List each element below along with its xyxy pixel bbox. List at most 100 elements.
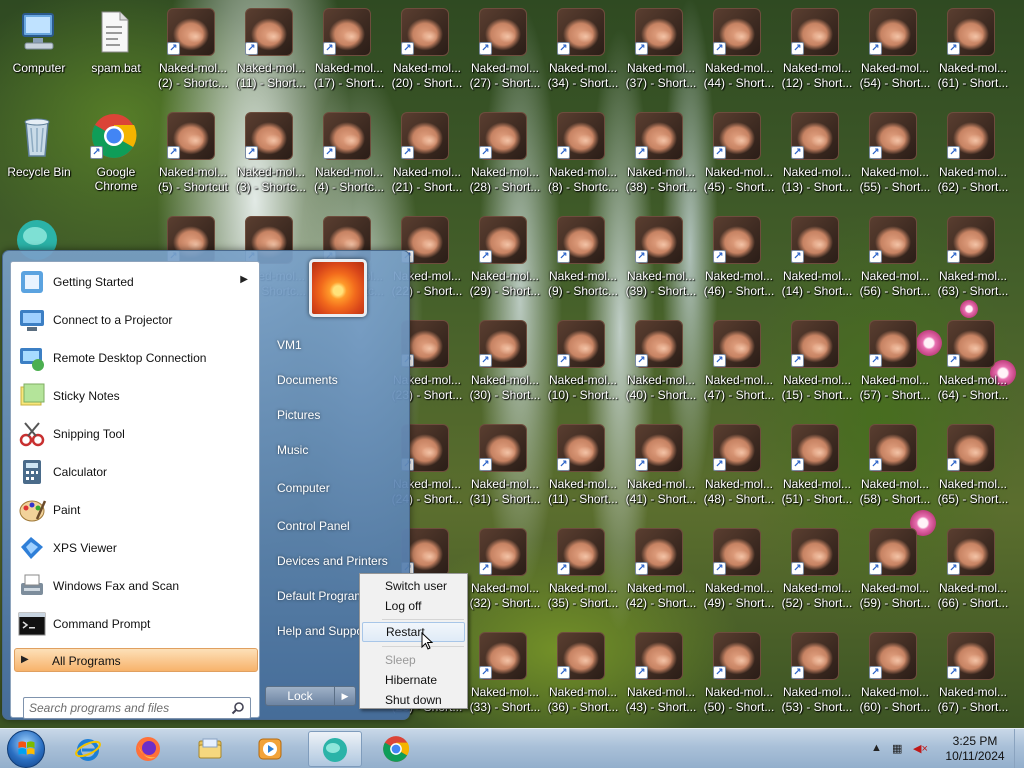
desktop-shortcut[interactable]: ↗ Naked-mol... (65) - Short... xyxy=(935,420,1011,520)
desktop-shortcut[interactable]: ↗ Naked-mol... (41) - Short... xyxy=(623,420,699,520)
desktop-shortcut[interactable]: ↗ Naked-mol... (61) - Short... xyxy=(935,4,1011,104)
start-place-control-panel[interactable]: Control Panel xyxy=(277,519,350,533)
desktop-shortcut[interactable]: ↗ Naked-mol... (45) - Short... xyxy=(701,108,777,208)
desktop-shortcut[interactable]: ↗ Naked-mol... (51) - Short... xyxy=(779,420,855,520)
desktop-shortcut[interactable]: ↗ Naked-mol... (49) - Short... xyxy=(701,524,777,624)
desktop-shortcut[interactable]: ↗ Naked-mol... (37) - Short... xyxy=(623,4,699,104)
desktop-shortcut[interactable]: ↗ Naked-mol... (47) - Short... xyxy=(701,316,777,416)
desktop-icon-recycle-bin[interactable]: Recycle Bin xyxy=(1,108,77,208)
taskbar-internet-explorer[interactable] xyxy=(62,731,116,767)
desktop-shortcut[interactable]: ↗ Naked-mol... (9) - Shortc... xyxy=(545,212,621,312)
user-avatar[interactable] xyxy=(309,259,367,317)
taskbar-firefox[interactable] xyxy=(122,731,176,767)
desktop-icon-google-chrome[interactable]: ↗ Google Chrome xyxy=(78,108,154,208)
desktop-shortcut[interactable]: ↗ Naked-mol... (67) - Short... xyxy=(935,628,1011,728)
desktop-icon-computer[interactable]: Computer xyxy=(1,4,77,104)
desktop-icon-spam-bat[interactable]: spam.bat xyxy=(78,4,154,104)
search-input[interactable] xyxy=(29,700,224,716)
system-clock[interactable]: 3:25 PM 10/11/2024 xyxy=(936,734,1014,764)
desktop-shortcut[interactable]: ↗ Naked-mol... (62) - Short... xyxy=(935,108,1011,208)
desktop-shortcut[interactable]: ↗ Naked-mol... (35) - Short... xyxy=(545,524,621,624)
show-hidden-icons-icon[interactable]: ▲ xyxy=(871,742,882,754)
start-place-default-programs[interactable]: Default Programs xyxy=(277,589,370,603)
program-item-paint[interactable]: Paint xyxy=(14,492,258,528)
menu-item-log-off[interactable]: Log off xyxy=(362,596,465,616)
desktop-shortcut[interactable]: ↗ Naked-mol... (10) - Short... xyxy=(545,316,621,416)
desktop-shortcut[interactable]: ↗ Naked-mol... (33) - Short... xyxy=(467,628,543,728)
desktop-shortcut[interactable]: ↗ Naked-mol... (39) - Short... xyxy=(623,212,699,312)
desktop-shortcut[interactable]: ↗ Naked-mol... (15) - Short... xyxy=(779,316,855,416)
desktop-shortcut[interactable]: ↗ Naked-mol... (46) - Short... xyxy=(701,212,777,312)
desktop-shortcut[interactable]: ↗ Naked-mol... (52) - Short... xyxy=(779,524,855,624)
desktop-shortcut[interactable]: ↗ Naked-mol... (59) - Short... xyxy=(857,524,933,624)
desktop-shortcut[interactable]: ↗ Naked-mol... (43) - Short... xyxy=(623,628,699,728)
desktop-shortcut[interactable]: ↗ Naked-mol... (17) - Short... xyxy=(311,4,387,104)
desktop-shortcut[interactable]: ↗ Naked-mol... (44) - Short... xyxy=(701,4,777,104)
power-options-arrow-button[interactable]: ▶ xyxy=(334,686,356,706)
desktop-shortcut[interactable]: ↗ Naked-mol... (63) - Short... xyxy=(935,212,1011,312)
taskbar-media-player[interactable] xyxy=(244,731,298,767)
desktop-shortcut[interactable]: ↗ Naked-mol... (40) - Short... xyxy=(623,316,699,416)
desktop-shortcut[interactable]: ↗ Naked-mol... (30) - Short... xyxy=(467,316,543,416)
menu-item-restart[interactable]: Restart xyxy=(362,622,465,642)
start-place-vm1[interactable]: VM1 xyxy=(277,338,302,352)
program-item-projector[interactable]: Connect to a Projector xyxy=(14,302,258,338)
desktop-shortcut[interactable]: ↗ Naked-mol... (8) - Shortc... xyxy=(545,108,621,208)
desktop-shortcut[interactable]: ↗ Naked-mol... (4) - Shortc... xyxy=(311,108,387,208)
desktop-shortcut[interactable]: ↗ Naked-mol... (58) - Short... xyxy=(857,420,933,520)
start-place-music[interactable]: Music xyxy=(277,443,308,457)
network-icon[interactable]: ▦ xyxy=(892,742,902,755)
start-place-documents[interactable]: Documents xyxy=(277,373,338,387)
desktop-shortcut[interactable]: ↗ Naked-mol... (28) - Short... xyxy=(467,108,543,208)
desktop-shortcut[interactable]: ↗ Naked-mol... (20) - Short... xyxy=(389,4,465,104)
desktop-shortcut[interactable]: ↗ Naked-mol... (36) - Short... xyxy=(545,628,621,728)
desktop-shortcut[interactable]: ↗ Naked-mol... (34) - Short... xyxy=(545,4,621,104)
desktop-shortcut[interactable]: ↗ Naked-mol... (55) - Short... xyxy=(857,108,933,208)
desktop-shortcut[interactable]: ↗ Naked-mol... (42) - Short... xyxy=(623,524,699,624)
program-item-xps-viewer[interactable]: XPS Viewer xyxy=(14,530,258,566)
desktop-shortcut[interactable]: ↗ Naked-mol... (21) - Short... xyxy=(389,108,465,208)
menu-item-hibernate[interactable]: Hibernate xyxy=(362,670,465,690)
search-box[interactable] xyxy=(23,697,251,719)
desktop-shortcut[interactable]: ↗ Naked-mol... (31) - Short... xyxy=(467,420,543,520)
menu-item-switch-user[interactable]: Switch user xyxy=(362,576,465,596)
desktop-shortcut[interactable]: ↗ Naked-mol... (66) - Short... xyxy=(935,524,1011,624)
program-item-snipping-tool[interactable]: Snipping Tool xyxy=(14,416,258,452)
desktop-shortcut[interactable]: ↗ Naked-mol... (32) - Short... xyxy=(467,524,543,624)
program-item-sticky-notes[interactable]: Sticky Notes xyxy=(14,378,258,414)
start-place-pictures[interactable]: Pictures xyxy=(277,408,320,422)
program-item-calculator[interactable]: Calculator xyxy=(14,454,258,490)
desktop-shortcut[interactable]: ↗ Naked-mol... (56) - Short... xyxy=(857,212,933,312)
start-place-help-and-support[interactable]: Help and Support xyxy=(277,624,370,638)
desktop-shortcut[interactable]: ↗ Naked-mol... (64) - Short... xyxy=(935,316,1011,416)
desktop-shortcut[interactable]: ↗ Naked-mol... (27) - Short... xyxy=(467,4,543,104)
program-item-command-prompt[interactable]: Command Prompt xyxy=(14,606,258,642)
taskbar-chrome[interactable] xyxy=(370,731,424,767)
desktop-shortcut[interactable]: ↗ Naked-mol... (2) - Shortc... xyxy=(155,4,231,104)
start-place-devices-and-printers[interactable]: Devices and Printers xyxy=(277,554,388,568)
desktop-shortcut[interactable]: ↗ Naked-mol... (5) - Shortcut xyxy=(155,108,231,208)
desktop-shortcut[interactable]: ↗ Naked-mol... (29) - Short... xyxy=(467,212,543,312)
program-item-getting-started[interactable]: Getting Started ▶ xyxy=(14,264,258,300)
desktop-shortcut[interactable]: ↗ Naked-mol... (11) - Short... xyxy=(233,4,309,104)
program-item-fax-scan[interactable]: Windows Fax and Scan xyxy=(14,568,258,604)
desktop-shortcut[interactable]: ↗ Naked-mol... (3) - Shortc... xyxy=(233,108,309,208)
lock-button[interactable]: Lock xyxy=(265,686,335,706)
start-place-computer[interactable]: Computer xyxy=(277,481,330,495)
program-item-remote-desktop[interactable]: Remote Desktop Connection xyxy=(14,340,258,376)
desktop-shortcut[interactable]: ↗ Naked-mol... (13) - Short... xyxy=(779,108,855,208)
desktop-shortcut[interactable]: ↗ Naked-mol... (14) - Short... xyxy=(779,212,855,312)
desktop-shortcut[interactable]: ↗ Naked-mol... (12) - Short... xyxy=(779,4,855,104)
desktop-shortcut[interactable]: ↗ Naked-mol... (38) - Short... xyxy=(623,108,699,208)
desktop-shortcut[interactable]: ↗ Naked-mol... (57) - Short... xyxy=(857,316,933,416)
volume-muted-icon[interactable]: ◀× xyxy=(913,742,928,755)
show-desktop-button[interactable] xyxy=(1014,729,1024,768)
all-programs-button[interactable]: ▶ All Programs xyxy=(14,648,258,672)
desktop-shortcut[interactable]: ↗ Naked-mol... (48) - Short... xyxy=(701,420,777,520)
desktop-shortcut[interactable]: ↗ Naked-mol... (53) - Short... xyxy=(779,628,855,728)
desktop-shortcut[interactable]: ↗ Naked-mol... (60) - Short... xyxy=(857,628,933,728)
desktop-shortcut[interactable]: ↗ Naked-mol... (54) - Short... xyxy=(857,4,933,104)
menu-item-shut-down[interactable]: Shut down xyxy=(362,690,465,710)
taskbar-file-explorer[interactable] xyxy=(184,731,238,767)
desktop-shortcut[interactable]: ↗ Naked-mol... (11) - Short... xyxy=(545,420,621,520)
